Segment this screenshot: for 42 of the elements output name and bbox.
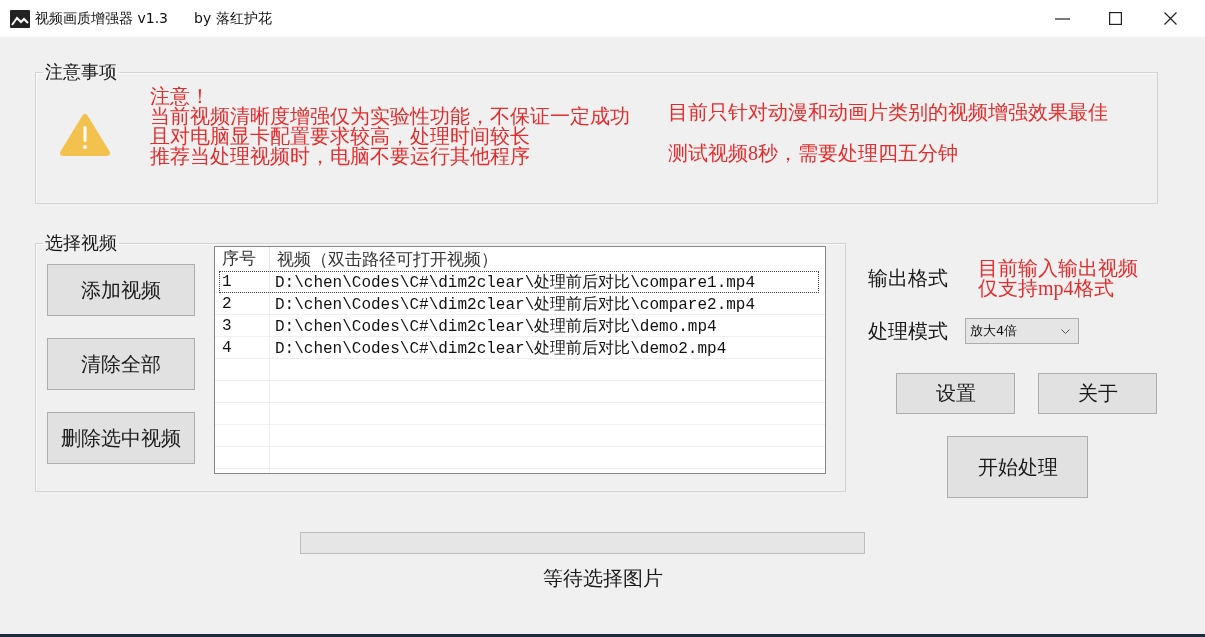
table-cell-text: 4 (221, 339, 233, 357)
author-text: by 落红护花 (194, 9, 272, 28)
column-header[interactable]: 视频（双击路径可打开视频） (270, 247, 498, 271)
window-title: 视频画质增强器 v1.3 (35, 9, 168, 28)
group-title: 选择视频 (44, 233, 118, 253)
warning-text: 注意！ (150, 86, 210, 106)
table-row[interactable]: 3 D:\chen\Codes\C#\dim2clear\处理前后对比\demo.mp4 (219, 315, 819, 337)
table-row[interactable]: 2 D:\chen\Codes\C#\dim2clear\处理前后对比\compare2.mp4 (219, 293, 819, 315)
field-label: 输出格式 (868, 268, 949, 288)
note-text: 目前输入输出视频 (978, 258, 1138, 278)
tip-text: 目前只针对动漫和动画片类别的视频增强效果最佳 (668, 102, 1108, 122)
table-cell-text: 2 (221, 295, 233, 313)
action-button[interactable]: 关于 (1038, 373, 1157, 414)
close-icon[interactable] (1164, 12, 1177, 25)
warning-text: 且对电脑显卡配置要求较高，处理时间较长 (150, 126, 530, 146)
table-cell-text: 1 (221, 273, 233, 291)
action-button[interactable]: 清除全部 (47, 338, 195, 390)
warning-text: 推荐当处理视频时，电脑不要运行其他程序 (150, 146, 531, 166)
column-header[interactable]: 序号 (215, 247, 270, 271)
table-row[interactable]: 1 D:\chen\Codes\C#\dim2clear\处理前后对比\compare1.mp4 (219, 271, 819, 293)
action-button[interactable]: 删除选中视频 (47, 412, 195, 464)
mode-dropdown[interactable]: 放大4倍 (965, 318, 1079, 344)
note-text: 仅支持mp4格式 (978, 278, 1114, 298)
status-text: 等待选择图片 (543, 568, 663, 588)
table-cell-text: D:\chen\Codes\C#\dim2clear\处理前后对比\demo2.mp4 (274, 338, 727, 359)
maximize-icon[interactable] (1109, 12, 1122, 25)
table-cell-text: D:\chen\Codes\C#\dim2clear\处理前后对比\demo.mp4 (274, 316, 717, 337)
group-title: 注意事项 (44, 62, 118, 82)
action-button[interactable]: 添加视频 (47, 264, 195, 316)
table-cell-text: 3 (221, 317, 233, 335)
table-cell-text: D:\chen\Codes\C#\dim2clear\处理前后对比\compare2.mp4 (274, 294, 756, 315)
minimize-icon[interactable] (1055, 17, 1070, 20)
action-button[interactable]: 设置 (896, 373, 1015, 414)
tip-text: 测试视频8秒，需要处理四五分钟 (668, 143, 959, 163)
chevron-down-icon (1061, 328, 1070, 334)
start-button[interactable]: 开始处理 (947, 436, 1088, 498)
warning-text: 当前视频清晰度增强仅为实验性功能，不保证一定成功 (150, 106, 631, 126)
image-icon (10, 9, 30, 28)
table-cell-text: D:\chen\Codes\C#\dim2clear\处理前后对比\compare1.mp4 (274, 272, 756, 293)
warning-icon (60, 113, 110, 157)
table-row[interactable]: 4 D:\chen\Codes\C#\dim2clear\处理前后对比\demo2.mp4 (219, 337, 819, 359)
field-label: 处理模式 (868, 321, 949, 341)
